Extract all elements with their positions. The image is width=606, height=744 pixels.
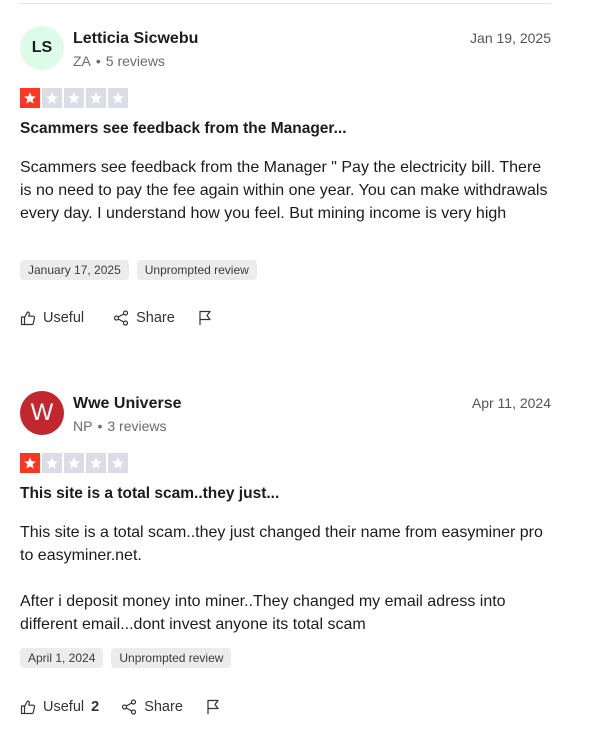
- top-divider: [20, 3, 551, 4]
- reviewer-name[interactable]: Letticia Sicwebu: [73, 30, 198, 48]
- star-icon: [20, 453, 40, 473]
- useful-button[interactable]: Useful 2: [20, 699, 99, 715]
- star-icon: [42, 453, 62, 473]
- avatar-initials: LS: [31, 39, 53, 56]
- reviewer-meta: ZA • 5 reviews: [73, 53, 165, 69]
- unprompted-tag: Unprompted review: [111, 648, 232, 668]
- share-icon: [114, 310, 129, 326]
- avatar[interactable]: LS: [20, 26, 64, 70]
- reviewer-name[interactable]: Wwe Universe: [73, 395, 181, 413]
- flag-icon: [207, 699, 219, 714]
- avatar-initials: W: [30, 399, 54, 426]
- flag-icon: [199, 310, 211, 325]
- review-paragraph: Scammers see feedback from the Manager "…: [20, 159, 548, 222]
- star-icon: [42, 88, 62, 108]
- star-icon: [86, 453, 106, 473]
- useful-count: 2: [91, 699, 100, 715]
- review-tags: January 17, 2025 Unprompted review: [20, 260, 257, 280]
- reviewer-country: ZA: [73, 53, 91, 69]
- review-actions: Useful Share: [20, 310, 235, 326]
- review-title[interactable]: Scammers see feedback from the Manager..…: [20, 120, 347, 138]
- useful-label: Useful: [43, 699, 85, 715]
- star-icon: [64, 88, 84, 108]
- share-button[interactable]: Share: [113, 310, 175, 326]
- star-rating: [20, 453, 128, 473]
- share-label: Share: [136, 310, 175, 326]
- reviewer-review-count: 5 reviews: [105, 53, 165, 69]
- avatar[interactable]: W: [20, 391, 64, 435]
- share-icon: [122, 699, 137, 715]
- thumbs-up-icon: [20, 311, 36, 326]
- review-tags: April 1, 2024 Unprompted review: [20, 648, 232, 668]
- star-icon: [108, 88, 128, 108]
- review-paragraph: This site is a total scam..they just cha…: [20, 524, 543, 564]
- review-date: Jan 19, 2025: [470, 30, 551, 46]
- star-icon: [20, 88, 40, 108]
- share-label: Share: [144, 699, 183, 715]
- report-button[interactable]: [205, 699, 221, 715]
- reviewer-review-count: 3 reviews: [107, 418, 167, 434]
- review-body: This site is a total scam..they just cha…: [20, 521, 550, 636]
- report-button[interactable]: [197, 310, 213, 326]
- star-icon: [64, 453, 84, 473]
- star-rating: [20, 88, 128, 108]
- review-actions: Useful 2 Share: [20, 699, 243, 715]
- useful-label: Useful: [43, 310, 85, 326]
- review-body: Scammers see feedback from the Manager "…: [20, 156, 550, 225]
- experience-date-tag: April 1, 2024: [20, 648, 104, 668]
- unprompted-tag: Unprompted review: [136, 260, 257, 280]
- meta-separator: •: [97, 418, 103, 434]
- share-button[interactable]: Share: [121, 699, 183, 715]
- review-title[interactable]: This site is a total scam..they just...: [20, 485, 279, 503]
- review-date: Apr 11, 2024: [471, 395, 551, 411]
- reviewer-meta: NP • 3 reviews: [73, 418, 167, 434]
- useful-button[interactable]: Useful: [20, 310, 91, 326]
- thumbs-up-icon: [20, 700, 36, 715]
- review-paragraph: After i deposit money into miner..They c…: [20, 593, 506, 633]
- experience-date-tag: January 17, 2025: [20, 260, 129, 280]
- meta-separator: •: [95, 53, 101, 69]
- star-icon: [108, 453, 128, 473]
- star-icon: [86, 88, 106, 108]
- reviewer-country: NP: [73, 418, 93, 434]
